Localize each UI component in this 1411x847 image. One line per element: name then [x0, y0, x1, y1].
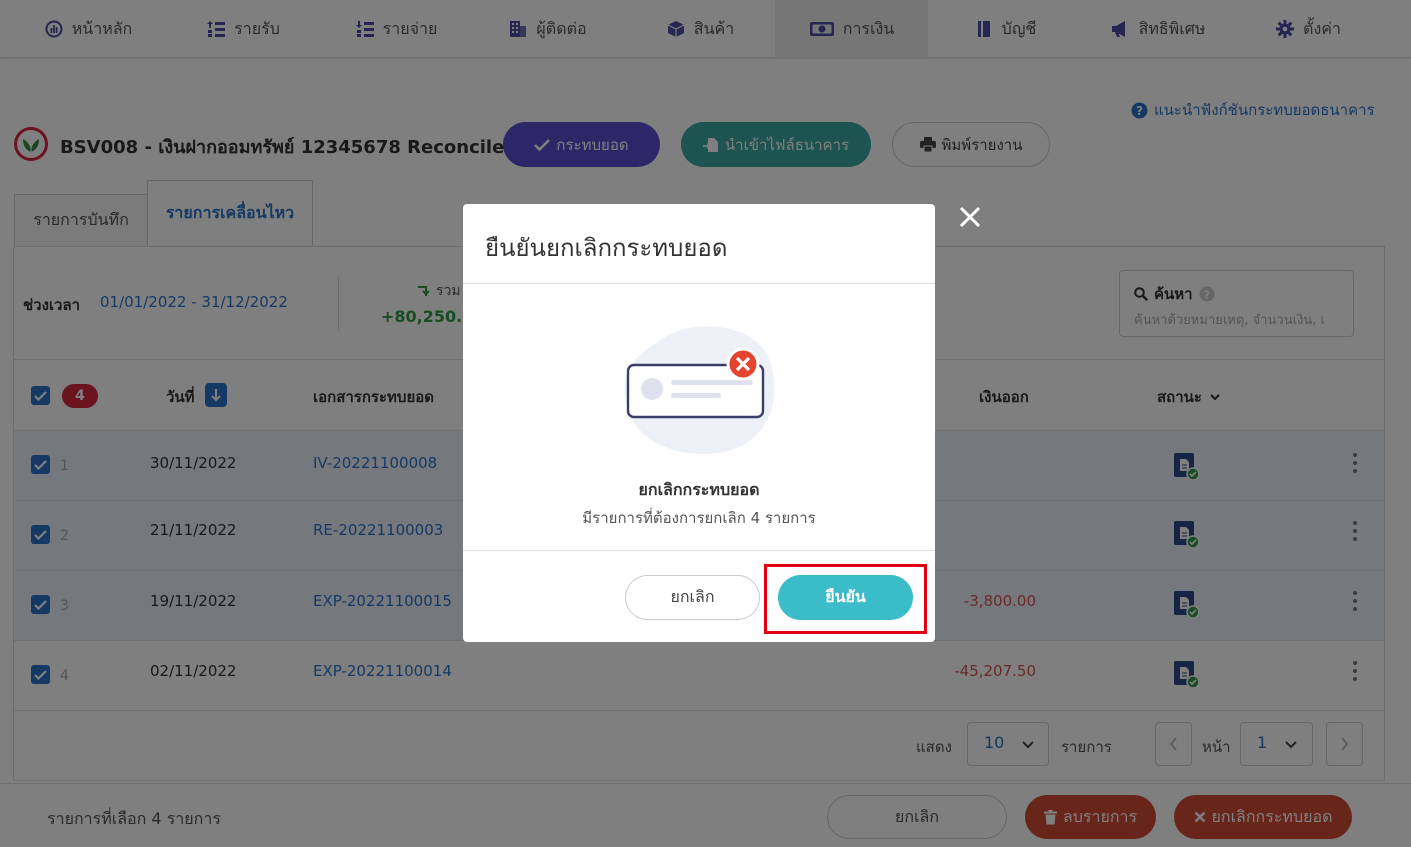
modal-cancel-button[interactable]: ยกเลิก	[625, 575, 760, 620]
divider	[463, 283, 935, 284]
close-modal-icon[interactable]	[958, 205, 982, 229]
modal-title: ยืนยันยกเลิกกระทบยอด	[485, 234, 728, 262]
modal-heading: ยกเลิกกระทบยอด	[638, 480, 760, 499]
divider	[463, 550, 935, 551]
modal-subtext: มีรายการที่ต้องการยกเลิก 4 รายการ	[582, 509, 816, 527]
cancel-card-illustration	[618, 322, 783, 457]
confirm-button-highlight	[764, 564, 927, 634]
